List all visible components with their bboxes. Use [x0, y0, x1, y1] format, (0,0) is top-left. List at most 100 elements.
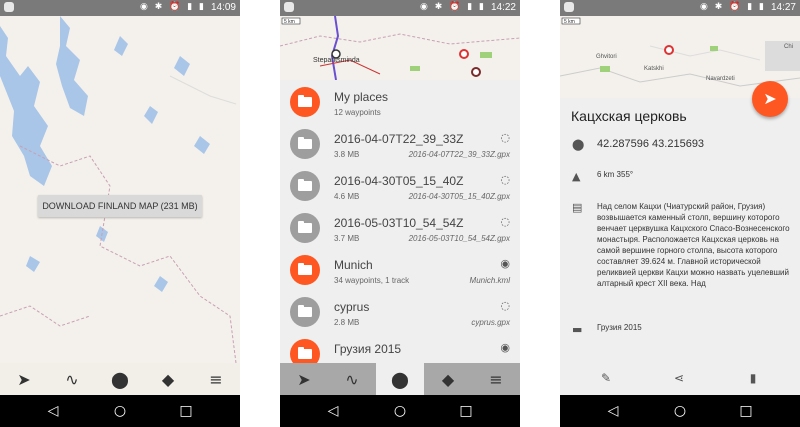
visible-eye-icon[interactable]: ◉ [500, 341, 510, 354]
list-item-subtitle: 12 waypoints [334, 108, 381, 117]
pin-icon: ⬤ [572, 138, 585, 151]
list-item-filename: 2016-05-03T10_54_54Z.gpx [408, 234, 510, 243]
place-title: Кацхская церковь [571, 108, 687, 124]
list-item-name: 2016-04-07T22_39_33Z [334, 132, 464, 146]
screen-map-download: DOWNLOAD FINLAND MAP (231 MB) ➤ ∿ ⬤ ◆ ≡ … [0, 0, 240, 427]
status-bar: ◉ ✱ ⏰ ▮ ▮ 14:27 [560, 0, 800, 16]
recents-icon[interactable]: □ [177, 402, 195, 420]
folder-icon [298, 179, 312, 191]
nav-bar: ◁ ○ □ [560, 395, 800, 427]
folder-icon: ▬ [572, 323, 583, 336]
home-icon[interactable]: ○ [111, 402, 129, 420]
status-bar: ◉ ✱ ⏰ ▮ ▮ 14:09 [0, 0, 240, 16]
map-town-label: Chi [784, 44, 793, 50]
list-item-filename: 2016-04-30T05_15_40Z.gpx [408, 192, 510, 201]
tracks-icon[interactable]: ∿ [328, 363, 376, 395]
status-icons: ◉ ✱ ⏰ ▮ ▮ [420, 2, 486, 12]
list-item[interactable]: Munich 34 waypoints, 1 track Munich.kml ◉ [280, 248, 520, 290]
description-icon: ▤ [572, 201, 583, 214]
folder-avatar-icon [290, 297, 320, 327]
folder-avatar-icon [290, 171, 320, 201]
folder-icon [298, 137, 312, 149]
back-icon[interactable]: ◁ [604, 402, 622, 420]
list-item-subtitle: 4.6 MB [334, 192, 360, 201]
folder-icon [298, 305, 312, 317]
home-icon[interactable]: ○ [671, 402, 689, 420]
hidden-eye-icon[interactable]: ◌ [500, 299, 510, 312]
map-view[interactable]: 5 km Stepantsminda [280, 16, 520, 80]
tracks-icon[interactable]: ∿ [48, 363, 96, 395]
status-icons: ◉ ✱ ⏰ ▮ ▮ [700, 2, 766, 12]
folder-avatar-icon [290, 213, 320, 243]
folder-avatar-icon [290, 339, 320, 364]
distance-value: 6 km 355° [597, 170, 634, 179]
share-icon[interactable]: ⋖ [669, 368, 689, 388]
layers-icon[interactable]: ◆ [424, 363, 472, 395]
notification-icon [564, 2, 574, 12]
notification-icon [284, 2, 294, 12]
scale-label: 5 km [564, 19, 575, 25]
map-town-label: Navardzeti [706, 76, 735, 82]
nav-bar: ◁ ○ □ [280, 395, 520, 427]
places-icon[interactable]: ⬤ [376, 363, 424, 395]
places-list[interactable]: My places 12 waypoints 2016-04-07T22_39_33… [280, 80, 520, 364]
place-detail-panel: Кацхская церковь ⬤ 42.287596 43.215693 ▲… [560, 98, 800, 395]
list-item-filename: Munich.kml [469, 276, 510, 285]
list-item-name: Грузия 2015 [334, 342, 402, 356]
status-icons: ◉ ✱ ⏰ ▮ ▮ [140, 2, 206, 12]
list-item-subtitle: 2.8 MB [334, 318, 360, 327]
back-icon[interactable]: ◁ [324, 402, 342, 420]
download-map-button[interactable]: DOWNLOAD FINLAND MAP (231 MB) [38, 195, 202, 217]
action-bar: ✎ ⋖ ▮ [560, 368, 800, 388]
edit-icon[interactable]: ✎ [596, 368, 616, 388]
list-item-name: 2016-05-03T10_54_54Z [334, 216, 464, 230]
recents-icon[interactable]: □ [457, 402, 475, 420]
list-item-subtitle: 3.8 MB [334, 150, 360, 159]
folder-icon [298, 95, 312, 107]
screen-place-detail: 5 km Ghvitori Katskhi Navardzeti Chi Кац… [560, 0, 800, 427]
notification-icon [4, 2, 14, 12]
location-icon[interactable]: ➤ [0, 363, 48, 395]
direction-icon: ▲ [572, 170, 581, 183]
map-town-label: Stepantsminda [313, 57, 360, 64]
menu-icon[interactable]: ≡ [192, 363, 240, 395]
folder-name: Грузия 2015 [597, 323, 642, 332]
list-item[interactable]: My places 12 waypoints [280, 80, 520, 122]
folder-icon [298, 221, 312, 233]
list-item-subtitle: 34 waypoints, 1 track [334, 276, 410, 285]
list-item-name: 2016-04-30T05_15_40Z [334, 174, 464, 188]
location-icon[interactable]: ➤ [280, 363, 328, 395]
list-item[interactable]: 2016-04-07T22_39_33Z 3.8 MB 2016-04-07T22_… [280, 122, 520, 164]
list-item[interactable]: Грузия 2015 ◉ [280, 332, 520, 364]
hidden-eye-icon[interactable]: ◌ [500, 131, 510, 144]
status-time: 14:22 [490, 2, 516, 13]
list-item-name: My places [334, 90, 389, 104]
status-bar: ◉ ✱ ⏰ ▮ ▮ 14:22 [280, 0, 520, 16]
menu-icon[interactable]: ≡ [472, 363, 520, 395]
list-item[interactable]: cyprus 2.8 MB cyprus.gpx ◌ [280, 290, 520, 332]
coordinates-value: 42.287596 43.215693 [597, 138, 705, 150]
list-item-filename: 2016-04-07T22_39_33Z.gpx [408, 150, 510, 159]
layers-icon[interactable]: ◆ [144, 363, 192, 395]
visible-eye-icon[interactable]: ◉ [500, 257, 510, 270]
screen-places-list: 5 km Stepantsminda My places 12 waypoints… [280, 0, 520, 427]
folder-avatar-icon [290, 87, 320, 117]
map-town-label: Katskhi [644, 66, 664, 72]
list-item[interactable]: 2016-04-30T05_15_40Z 4.6 MB 2016-04-30T05_… [280, 164, 520, 206]
bottom-toolbar: ➤ ∿ ⬤ ◆ ≡ [280, 363, 520, 395]
back-icon[interactable]: ◁ [44, 402, 62, 420]
list-item-filename: cyprus.gpx [471, 318, 510, 327]
navigate-fab[interactable]: ➤ [752, 81, 788, 117]
list-item-name: cyprus [334, 300, 370, 314]
recents-icon[interactable]: □ [737, 402, 755, 420]
home-icon[interactable]: ○ [391, 402, 409, 420]
list-item-name: Munich [334, 258, 373, 272]
map-view[interactable] [0, 16, 240, 363]
delete-icon[interactable]: ▮ [743, 368, 763, 388]
status-time: 14:27 [770, 2, 796, 13]
list-item[interactable]: 2016-05-03T10_54_54Z 3.7 MB 2016-05-03T10_… [280, 206, 520, 248]
scale-label: 5 km [284, 19, 295, 25]
places-icon[interactable]: ⬤ [96, 363, 144, 395]
hidden-eye-icon[interactable]: ◌ [500, 215, 510, 228]
hidden-eye-icon[interactable]: ◌ [500, 173, 510, 186]
